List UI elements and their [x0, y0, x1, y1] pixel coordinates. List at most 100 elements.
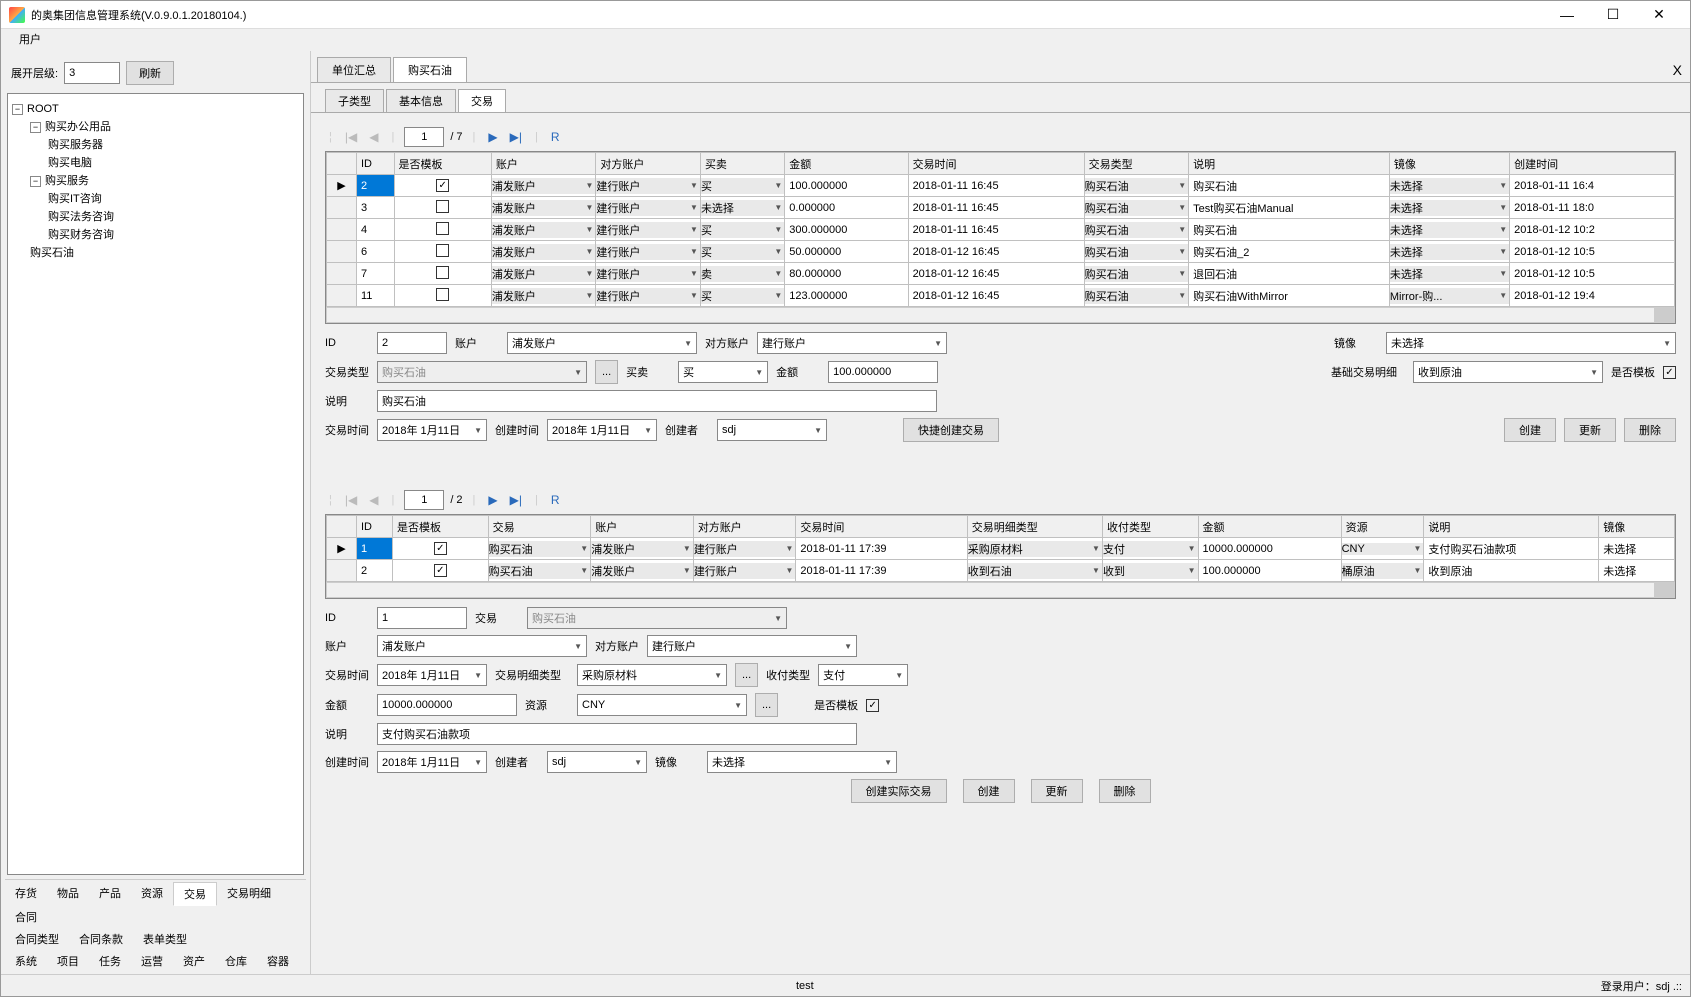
grid-header[interactable]: 交易明细类型 — [967, 516, 1102, 538]
grid-combo-cell[interactable]: 浦发账户▼ — [492, 266, 596, 282]
tree-node[interactable]: 购买电脑 — [48, 157, 92, 169]
left-tab[interactable]: 任务 — [89, 950, 131, 972]
grid-combo-cell[interactable]: 浦发账户▼ — [492, 222, 596, 238]
tab-close-icon[interactable]: X — [1673, 62, 1682, 78]
grid-combo-cell[interactable]: 支付▼ — [1103, 541, 1198, 557]
grid-combo-cell[interactable]: 建行账户▼ — [596, 222, 700, 238]
f1-tpl-checkbox[interactable]: ✓ — [1663, 366, 1676, 379]
grid-combo-cell[interactable]: Mirror-购...▼ — [1390, 288, 1509, 304]
grid-combo-cell[interactable]: 浦发账户▼ — [591, 563, 693, 579]
grid-combo-cell[interactable]: 建行账户▼ — [694, 563, 796, 579]
grid-checkbox[interactable] — [436, 244, 449, 257]
left-tab[interactable]: 资源 — [131, 882, 173, 906]
grid-cell[interactable]: 购买石油▼ — [1084, 263, 1189, 285]
grid-cell[interactable]: 未选择▼ — [1389, 219, 1509, 241]
tree-node[interactable]: 购买石油 — [30, 247, 74, 259]
tree-expander-icon[interactable]: − — [30, 122, 41, 133]
left-tab[interactable]: 交易明细 — [217, 882, 281, 906]
grid-cell[interactable]: Test购买石油Manual — [1189, 197, 1390, 219]
grid-cell[interactable]: 购买石油▼ — [488, 560, 591, 582]
grid-cell[interactable]: 2018-01-12 10:5 — [1510, 263, 1675, 285]
tree-node[interactable]: 购买法务咨询 — [48, 211, 114, 223]
grid-combo-cell[interactable]: 收到▼ — [1103, 563, 1198, 579]
grid-header[interactable]: 对方账户 — [596, 153, 701, 175]
grid-cell[interactable]: 50.000000 — [785, 241, 908, 263]
tree-root[interactable]: ROOT — [27, 103, 59, 115]
grid-cell[interactable]: 收到石油▼ — [967, 560, 1102, 582]
grid-cell[interactable]: 购买石油▼ — [1084, 219, 1189, 241]
grid-cell[interactable]: ✓ — [393, 560, 489, 582]
grid2-hscroll[interactable] — [326, 582, 1675, 598]
f2-ttime-picker[interactable]: 2018年 1月11日▼ — [377, 664, 487, 686]
f1-update-button[interactable]: 更新 — [1564, 418, 1616, 442]
grid-cell[interactable]: 123.000000 — [785, 285, 908, 307]
left-tab[interactable]: 存货 — [5, 882, 47, 906]
grid-cell[interactable]: 浦发账户▼ — [491, 197, 596, 219]
nav-first-icon[interactable]: |◀ — [342, 493, 360, 507]
grid-combo-cell[interactable]: 买▼ — [701, 288, 784, 304]
grid-cell[interactable]: 购买石油 — [1189, 175, 1390, 197]
nav-last-icon[interactable]: ▶| — [507, 130, 525, 144]
grid-cell[interactable]: 购买石油▼ — [1084, 241, 1189, 263]
grid-cell[interactable]: 2018-01-11 17:39 — [796, 560, 967, 582]
grid-cell[interactable]: 6 — [357, 241, 395, 263]
grid-cell[interactable]: 2018-01-11 16:45 — [908, 197, 1084, 219]
grid-combo-cell[interactable]: 建行账户▼ — [596, 178, 700, 194]
grid-cell[interactable]: 购买石油▼ — [1084, 285, 1189, 307]
grid-header[interactable]: 交易时间 — [908, 153, 1084, 175]
grid-header[interactable]: 买卖 — [700, 153, 784, 175]
grid-checkbox[interactable] — [436, 288, 449, 301]
grid-cell[interactable]: 2018-01-12 19:4 — [1510, 285, 1675, 307]
nav-prev-icon[interactable]: ◀ — [366, 130, 381, 144]
grid-cell[interactable] — [394, 263, 491, 285]
grid-header[interactable]: ID — [357, 153, 395, 175]
grid-cell[interactable]: 未选择▼ — [1389, 197, 1509, 219]
grid-cell[interactable]: 浦发账户▼ — [491, 175, 596, 197]
nav-refresh[interactable]: R — [548, 493, 563, 507]
grid-cell[interactable]: 7 — [357, 263, 395, 285]
grid-header[interactable]: ID — [357, 516, 393, 538]
grid-combo-cell[interactable]: 建行账户▼ — [596, 200, 700, 216]
subtab-trade[interactable]: 交易 — [458, 89, 506, 112]
grid-cell[interactable] — [394, 241, 491, 263]
grid-header[interactable]: 交易 — [488, 516, 591, 538]
grid-cell[interactable]: 3 — [357, 197, 395, 219]
tab-buy-oil[interactable]: 购买石油 — [393, 57, 467, 82]
grid-header[interactable]: 镜像 — [1389, 153, 1509, 175]
grid-cell[interactable]: 2018-01-11 18:0 — [1510, 197, 1675, 219]
grid-cell[interactable]: CNY▼ — [1341, 538, 1424, 560]
left-tab[interactable]: 产品 — [89, 882, 131, 906]
grid-header[interactable]: 对方账户 — [693, 516, 796, 538]
nav-last-icon[interactable]: ▶| — [507, 493, 525, 507]
tree-node[interactable]: 购买财务咨询 — [48, 229, 114, 241]
f2-res-dots-button[interactable]: ... — [755, 693, 778, 717]
grid-combo-cell[interactable]: 购买石油▼ — [1085, 288, 1189, 304]
grid-cell[interactable]: 100.000000 — [785, 175, 908, 197]
grid-header[interactable]: 是否模板 — [394, 153, 491, 175]
left-tab[interactable]: 合同类型 — [5, 928, 69, 950]
grid-cell[interactable]: 浦发账户▼ — [491, 285, 596, 307]
f1-id-input[interactable] — [377, 332, 447, 354]
grid-header[interactable]: 账户 — [491, 153, 596, 175]
f2-creator-combo[interactable]: sdj▼ — [547, 751, 647, 773]
f1-ttime-picker[interactable]: 2018年 1月11日▼ — [377, 419, 487, 441]
grid-cell[interactable]: 收到▼ — [1102, 560, 1198, 582]
grid-combo-cell[interactable]: 卖▼ — [701, 266, 784, 282]
table-row[interactable]: 11浦发账户▼建行账户▼买▼123.0000002018-01-12 16:45… — [327, 285, 1675, 307]
nav-next-icon[interactable]: ▶ — [485, 493, 500, 507]
f1-mirror-combo[interactable]: 未选择▼ — [1386, 332, 1676, 354]
grid-cell[interactable]: 采购原材料▼ — [967, 538, 1102, 560]
grid-cell[interactable]: 10000.000000 — [1198, 538, 1341, 560]
grid-cell[interactable]: 建行账户▼ — [693, 560, 796, 582]
f2-amt-input[interactable] — [377, 694, 517, 716]
grid-cell[interactable]: 收到原油 — [1424, 560, 1599, 582]
table-row[interactable]: 7浦发账户▼建行账户▼卖▼80.0000002018-01-12 16:45购买… — [327, 263, 1675, 285]
grid-combo-cell[interactable]: 未选择▼ — [1390, 266, 1509, 282]
grid-cell[interactable] — [394, 285, 491, 307]
grid-cell[interactable]: 购买石油_2 — [1189, 241, 1390, 263]
grid1-hscroll[interactable] — [326, 307, 1675, 323]
grid-combo-cell[interactable]: 购买石油▼ — [1085, 244, 1189, 260]
grid-checkbox[interactable]: ✓ — [436, 179, 449, 192]
f2-desc-input[interactable] — [377, 723, 857, 745]
grid-combo-cell[interactable]: 购买石油▼ — [1085, 266, 1189, 282]
